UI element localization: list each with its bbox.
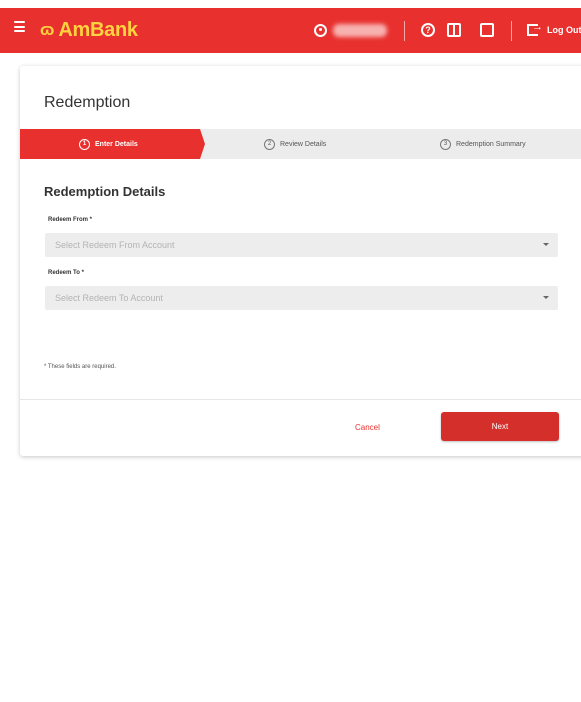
cancel-button[interactable]: Cancel	[355, 423, 380, 432]
step-label: Review Details	[280, 140, 327, 148]
help-icon[interactable]: ?	[421, 23, 435, 37]
step-label: Enter Details	[95, 140, 138, 148]
ambank-logo-mark: ɷ	[40, 20, 54, 39]
step-redemption-summary: 3 Redemption Summary	[440, 129, 526, 159]
step-label: Redemption Summary	[456, 140, 526, 148]
book-icon[interactable]	[447, 23, 461, 37]
next-button[interactable]: Next	[441, 412, 559, 441]
logout-icon[interactable]	[527, 21, 543, 36]
redeem-from-select[interactable]: Select Redeem From Account	[45, 233, 558, 257]
redeem-from-label: Redeem From *	[48, 217, 93, 223]
redeem-to-placeholder: Select Redeem To Account	[55, 293, 163, 303]
user-icon[interactable]	[314, 24, 327, 37]
redeem-from-placeholder: Select Redeem From Account	[55, 240, 175, 250]
section-title: Redemption Details	[44, 184, 166, 199]
ambank-logo-text: AmBank	[58, 18, 138, 41]
logout-link[interactable]: Log Out	[547, 25, 581, 35]
step-number: 1	[79, 138, 90, 150]
redeem-to-label: Redeem To *	[48, 270, 84, 276]
step-number: 2	[264, 138, 275, 150]
required-fields-note: * These fields are required.	[44, 364, 116, 370]
chevron-down-icon	[543, 296, 549, 299]
ambank-logo[interactable]: ɷ AmBank	[40, 18, 138, 42]
chat-icon[interactable]	[480, 23, 494, 37]
menu-icon[interactable]	[14, 21, 25, 32]
footer-divider	[20, 399, 581, 400]
chevron-down-icon	[543, 243, 549, 246]
progress-stepper: 1 Enter Details 2 Review Details 3 Redem…	[20, 129, 581, 159]
step-enter-details: 1 Enter Details	[79, 129, 138, 159]
step-review-details: 2 Review Details	[264, 129, 326, 159]
redemption-card: Redemption 1 Enter Details 2 Review Deta…	[20, 66, 581, 456]
page-title: Redemption	[44, 94, 131, 111]
header-divider	[511, 21, 512, 41]
redeem-to-select[interactable]: Select Redeem To Account	[45, 286, 558, 310]
username-redacted	[333, 24, 387, 37]
top-navigation-bar: ɷ AmBank ? Log Out	[0, 8, 581, 53]
header-divider	[404, 21, 405, 41]
step-number: 3	[440, 138, 451, 150]
